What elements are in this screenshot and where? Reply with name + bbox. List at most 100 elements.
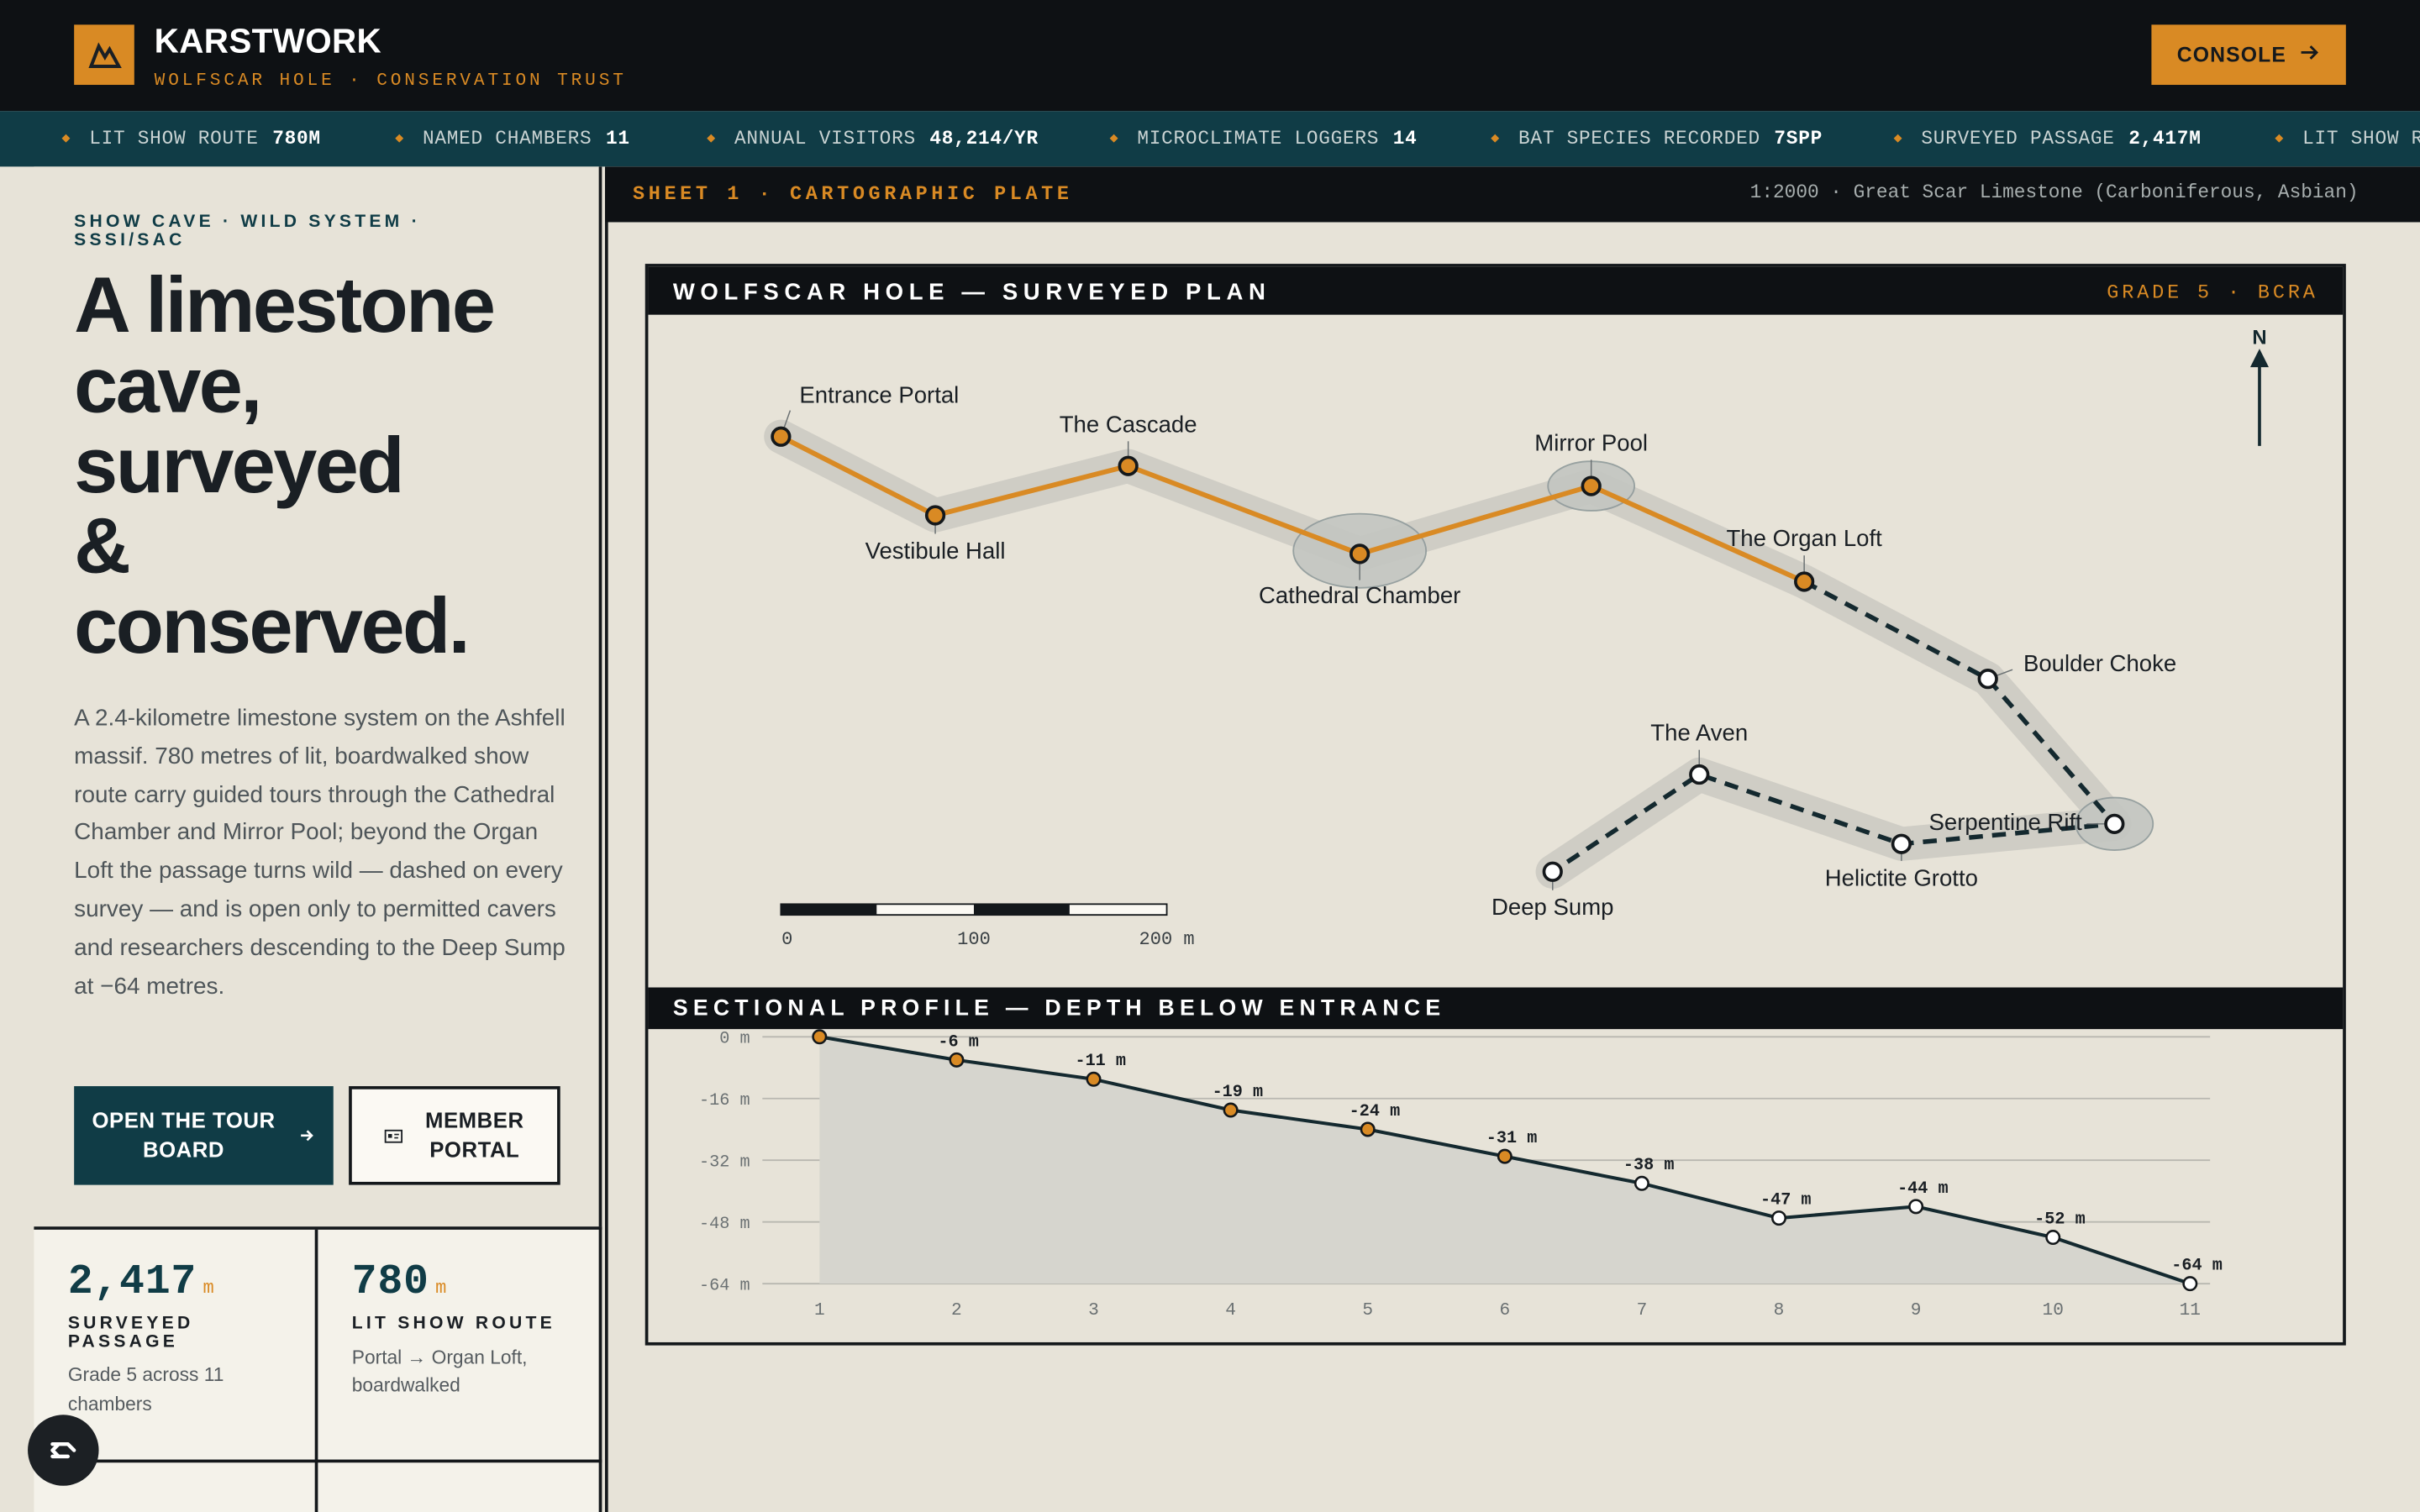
station-marker[interactable]	[924, 505, 946, 526]
stat-value: 2,417	[67, 1260, 197, 1307]
x-tick-label: 2	[951, 1300, 962, 1320]
depth-label: -6 m	[938, 1032, 978, 1052]
depth-point	[2045, 1230, 2061, 1246]
stat-label: LIT SHOW ROUTE	[351, 1314, 555, 1333]
ticker-label: BAT SPECIES RECORDED	[1518, 128, 1760, 150]
top-header: KARSTWORK WOLFSCAR HOLE · CONSERVATION T…	[0, 0, 2420, 112]
ticker-label: NAMED CHAMBERS	[422, 128, 592, 150]
station-marker[interactable]	[2104, 813, 2125, 834]
station-label: Boulder Choke	[2023, 650, 2176, 676]
north-arrow-icon: N	[2249, 327, 2270, 446]
depth-point	[812, 1029, 828, 1045]
title-line: cave,	[74, 340, 262, 429]
title-line: conserved.	[74, 581, 470, 670]
x-tick-label: 3	[1088, 1300, 1099, 1320]
stat-value: 780	[351, 1260, 429, 1307]
ticker-value: 780M	[272, 128, 321, 150]
diamond-icon: ◆	[1109, 131, 1119, 147]
station-marker[interactable]	[1349, 543, 1370, 564]
depth-label: -47 m	[1760, 1191, 1812, 1210]
station-marker[interactable]	[1794, 571, 1815, 592]
label-line: MEMBER	[424, 1107, 524, 1133]
station-marker[interactable]	[1689, 764, 1710, 785]
brand-title[interactable]: KARSTWORK	[155, 22, 381, 62]
sheet-scale-note: 1:2000 · Great Scar Limestone (Carbonife…	[1749, 181, 2359, 204]
station-label: Serpentine Rift	[1929, 809, 2083, 835]
scale-label: 100	[957, 929, 991, 950]
y-tick-label: -32 m	[699, 1153, 750, 1173]
depth-point	[1771, 1210, 1787, 1226]
ticker-label: SURVEYED PASSAGE	[1921, 128, 2115, 150]
depth-label: -64 m	[2171, 1257, 2223, 1276]
depth-point	[1086, 1071, 1102, 1087]
ticker-item: ◆ SURVEYED PASSAGE 2,417M	[1894, 111, 2202, 166]
member-portal-button[interactable]: MEMBER PORTAL	[349, 1086, 560, 1185]
survey-plan-map[interactable]: Entrance Portal Vestibule Hall The Casca…	[648, 317, 2339, 983]
diamond-icon: ◆	[1491, 131, 1500, 147]
button-label: MEMBER PORTAL	[425, 1106, 524, 1165]
depth-point	[1497, 1148, 1512, 1164]
x-tick-label: 11	[2180, 1300, 2201, 1320]
stats-ticker: ◆ LIT SHOW ROUTE 780M ◆ NAMED CHAMBERS 11 ◆ A…	[0, 111, 2420, 167]
brand-subtitle: WOLFSCAR HOLE · CONSERVATION TRUST	[154, 71, 627, 92]
ticker-item: ◆ LIT SHOW ROUTE 780M	[61, 111, 320, 166]
ticker-value: 14	[1392, 128, 1418, 150]
depth-label: -24 m	[1349, 1102, 1401, 1121]
depth-label: -31 m	[1486, 1129, 1538, 1148]
stat-card: 2,417 m SURVEYED PASSAGE Grade 5 across 1…	[68, 1261, 300, 1418]
stat-card: 780 m LIT SHOW ROUTE Portal → Organ Loft,…	[352, 1261, 584, 1400]
station-label: Entrance Portal	[799, 381, 959, 407]
station-marker[interactable]	[1891, 833, 1912, 854]
station-marker[interactable]	[1118, 455, 1139, 476]
open-tour-board-button[interactable]: OPEN THE TOUR BOARD	[74, 1086, 334, 1185]
label-line: OPEN THE TOUR	[92, 1107, 276, 1133]
station-marker[interactable]	[771, 426, 792, 447]
x-tick-label: 10	[2043, 1300, 2064, 1320]
page-title: A limestone cave, surveyed & conserved.	[74, 265, 583, 667]
station-label: Helictite Grotto	[1825, 864, 1978, 890]
sheet-header: SHEET 1 · CARTOGRAPHIC PLATE 1:2000 · Gr…	[605, 166, 2420, 223]
ticker-label: LIT SHOW R	[2302, 128, 2420, 150]
station-marker[interactable]	[1581, 475, 1602, 496]
x-tick-label: 1	[814, 1300, 825, 1320]
diamond-icon: ◆	[1893, 131, 1903, 147]
station-label: Vestibule Hall	[865, 538, 1006, 564]
stats-grid: 2,417 m SURVEYED PASSAGE Grade 5 across 1…	[34, 1226, 602, 1512]
scale-label: 200 m	[1139, 929, 1195, 950]
plan-header: WOLFSCAR HOLE — SURVEYED PLAN GRADE 5 · …	[648, 266, 2344, 315]
depth-profile-chart: 0 m -16 m -32 m -48 m -64 m 1 -6 m 2 -11 m 3 -19 m…	[699, 1029, 2223, 1320]
station-label: Cathedral Chamber	[1259, 582, 1460, 608]
x-tick-label: 8	[1774, 1300, 1785, 1320]
x-tick-label: 4	[1225, 1300, 1236, 1320]
label-line: BOARD	[143, 1137, 225, 1163]
x-tick-label: 9	[1911, 1300, 1922, 1320]
chat-widget-icon[interactable]	[28, 1415, 99, 1486]
depth-label: -38 m	[1623, 1156, 1675, 1175]
ticker-item: ◆ BAT SPECIES RECORDED 7SPP	[1491, 111, 1823, 166]
y-tick-label: 0 m	[719, 1030, 750, 1049]
intro-paragraph: A 2.4-kilometre limestone system on the …	[74, 705, 566, 1000]
console-button[interactable]: CONSOLE	[2151, 24, 2346, 86]
profile-header: SECTIONAL PROFILE — DEPTH BELOW ENTRANCE	[648, 987, 2344, 1030]
y-tick-label: -64 m	[699, 1277, 750, 1296]
ticker-item: ◆ ANNUAL VISITORS 48,214/YR	[707, 111, 1039, 166]
ticker-value: 48,214/YR	[929, 128, 1039, 150]
station-label: Mirror Pool	[1534, 429, 1648, 455]
button-label: OPEN THE TOUR BOARD	[92, 1106, 275, 1165]
station-label: Deep Sump	[1491, 894, 1613, 920]
depth-label: -52 m	[2034, 1210, 2086, 1230]
station-marker[interactable]	[1977, 669, 1998, 690]
mountain-icon[interactable]	[74, 24, 134, 86]
arrow-right-icon	[300, 1121, 315, 1150]
sheet-label: SHEET 1 · CARTOGRAPHIC PLATE	[633, 181, 1073, 206]
divider	[605, 222, 608, 1512]
console-label: CONSOLE	[2176, 43, 2287, 66]
depth-point	[949, 1052, 965, 1068]
diamond-icon: ◆	[395, 131, 404, 147]
depth-label: -44 m	[1897, 1179, 1949, 1199]
station-marker[interactable]	[1542, 861, 1563, 882]
stat-unit: m	[203, 1277, 214, 1299]
y-tick-label: -16 m	[699, 1091, 750, 1110]
north-label: N	[2252, 327, 2266, 349]
diamond-icon: ◆	[2275, 131, 2285, 147]
